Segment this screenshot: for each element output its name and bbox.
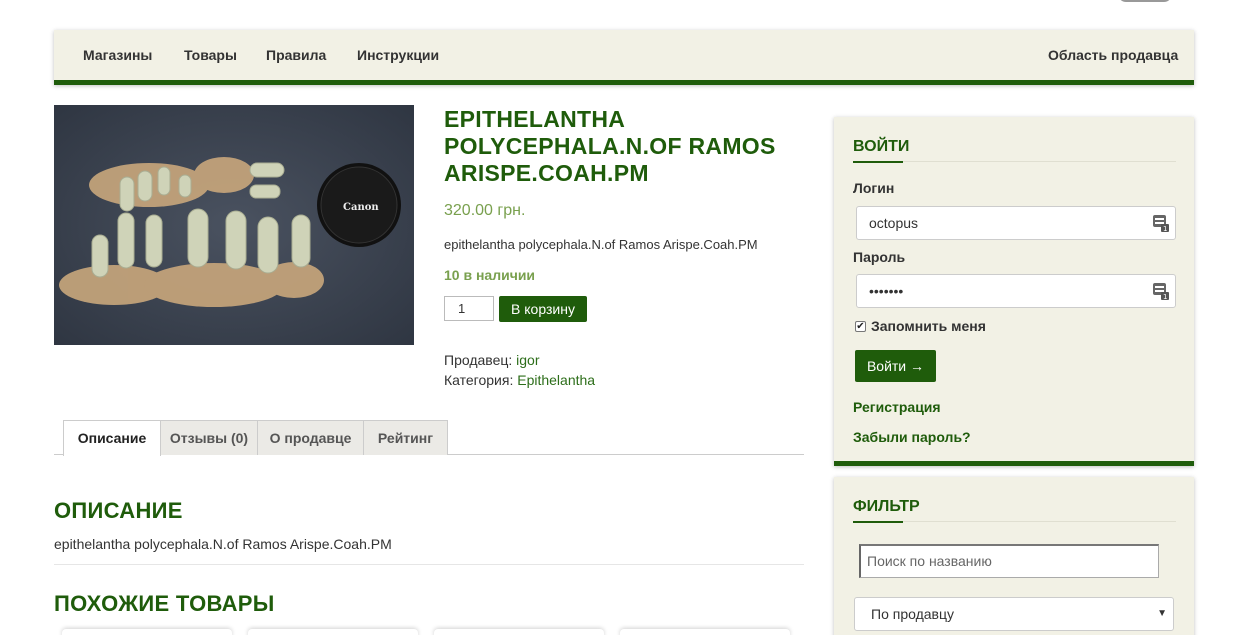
- login-input[interactable]: octopus 1: [856, 206, 1176, 240]
- seller-select[interactable]: По продавцу ▼: [854, 597, 1174, 631]
- search-by-name-input[interactable]: Поиск по названию: [859, 544, 1159, 578]
- tab-reviews[interactable]: Отзывы (0): [160, 420, 258, 455]
- tab-description[interactable]: Описание: [63, 420, 161, 456]
- search-placeholder: Поиск по названию: [867, 553, 992, 569]
- product-image[interactable]: Canon: [54, 105, 414, 345]
- svg-text:1: 1: [1163, 293, 1167, 300]
- filter-title-underline: [853, 521, 1176, 523]
- register-link[interactable]: Регистрация: [853, 399, 941, 415]
- nav-item-seller-area[interactable]: Область продавца: [1048, 47, 1178, 63]
- password-input[interactable]: ••••••• 1: [856, 274, 1176, 308]
- header-logo-edge: [1118, 0, 1172, 2]
- similar-product-card[interactable]: [434, 629, 604, 635]
- filter-title: ФИЛЬТР: [853, 498, 920, 515]
- svg-text:Canon: Canon: [343, 202, 379, 213]
- login-label: Логин: [853, 180, 895, 196]
- similar-product-card[interactable]: [620, 629, 790, 635]
- password-label: Пароль: [853, 249, 906, 265]
- svg-text:1: 1: [1163, 225, 1167, 232]
- product-price: 320.00 грн.: [444, 202, 526, 219]
- main-navbar: Магазины Товары Правила Инструкции Облас…: [54, 30, 1194, 85]
- similar-product-card[interactable]: [62, 629, 232, 635]
- chevron-down-icon: ▼: [1157, 608, 1167, 619]
- stock-status: 10 в наличии: [444, 267, 536, 283]
- product-tabs: Описание Отзывы (0) О продавце Рейтинг: [54, 420, 804, 456]
- login-title-underline: [853, 161, 1176, 163]
- filter-panel: ФИЛЬТР Поиск по названию По продавцу ▼: [834, 477, 1194, 635]
- description-heading: ОПИСАНИЕ: [54, 498, 183, 523]
- seller-label: Продавец:: [444, 352, 513, 368]
- forgot-password-link[interactable]: Забыли пароль?: [853, 429, 971, 445]
- nav-item-shops[interactable]: Магазины: [83, 47, 152, 63]
- cactus-photo: Canon: [54, 105, 414, 345]
- tab-about-seller[interactable]: О продавце: [257, 420, 364, 455]
- tab-rating[interactable]: Рейтинг: [363, 420, 448, 455]
- add-to-cart-button[interactable]: В корзину: [499, 296, 587, 322]
- login-submit-button[interactable]: Войти →: [855, 350, 936, 382]
- login-title: ВОЙТИ: [853, 138, 910, 155]
- seller-select-value: По продавцу: [871, 606, 954, 622]
- description-text: epithelantha polycephala.N.of Ramos Aris…: [54, 536, 392, 552]
- product-short-description: epithelantha polycephala.N.of Ramos Aris…: [444, 237, 758, 252]
- nav-item-products[interactable]: Товары: [184, 47, 237, 63]
- password-manager-icon[interactable]: 1: [1153, 282, 1169, 300]
- category-row: Категория: Epithelantha: [444, 372, 595, 388]
- nav-item-instructions[interactable]: Инструкции: [357, 47, 439, 63]
- seller-link[interactable]: igor: [516, 352, 539, 368]
- product-title: EPITHELANTHA POLYCEPHALA.N.OF RAMOS ARIS…: [444, 106, 776, 186]
- nav-item-rules[interactable]: Правила: [266, 47, 326, 63]
- category-label: Категория:: [444, 372, 514, 388]
- quantity-input[interactable]: [444, 296, 494, 321]
- section-divider: [54, 564, 804, 565]
- category-link[interactable]: Epithelantha: [517, 372, 595, 388]
- login-panel: ВОЙТИ Логин octopus 1 Пароль ••••••• 1 ✔…: [834, 117, 1194, 466]
- remember-me-checkbox[interactable]: ✔: [855, 321, 866, 332]
- remember-me-label[interactable]: Запомнить меня: [871, 318, 986, 334]
- login-input-value: octopus: [869, 215, 919, 231]
- seller-row: Продавец: igor: [444, 352, 540, 368]
- similar-products-heading: ПОХОЖИЕ ТОВАРЫ: [54, 591, 275, 616]
- similar-product-card[interactable]: [248, 629, 418, 635]
- password-manager-icon[interactable]: 1: [1153, 214, 1169, 232]
- password-input-value: •••••••: [869, 283, 904, 299]
